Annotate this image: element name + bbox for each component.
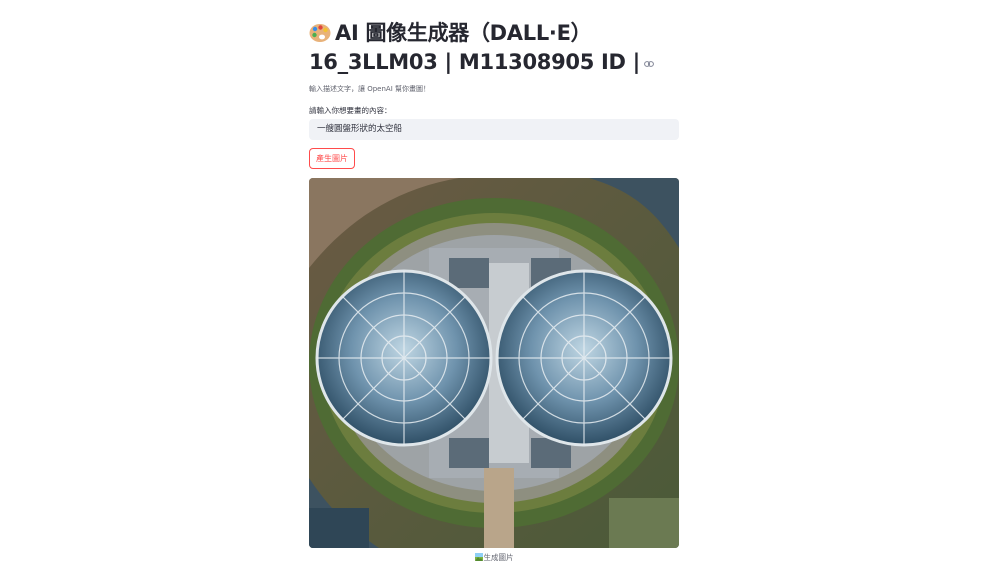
prompt-input-label: 請輸入你想要畫的內容： [309, 106, 392, 115]
page-title: AI 圖像生成器（DALL·E） 16_3LLM03 | M11308905 I… [309, 19, 689, 77]
link-icon[interactable] [644, 61, 654, 67]
image-caption: 生成圖片 [309, 552, 679, 563]
generated-image [309, 178, 679, 548]
title-line2: 16_3LLM03 | M11308905 ID | [309, 50, 641, 74]
prompt-input[interactable]: 一艘圓盤形狀的太空船 [309, 119, 679, 140]
generate-image-button[interactable]: 產生圖片 [309, 148, 355, 169]
title-line1: AI 圖像生成器（DALL·E） [335, 21, 592, 45]
image-caption-text: 生成圖片 [483, 553, 514, 562]
subtitle-caption: 輸入描述文字，讓 OpenAI 幫你畫圖！ [309, 85, 430, 93]
picture-icon [474, 553, 483, 561]
palette-icon [309, 24, 331, 42]
